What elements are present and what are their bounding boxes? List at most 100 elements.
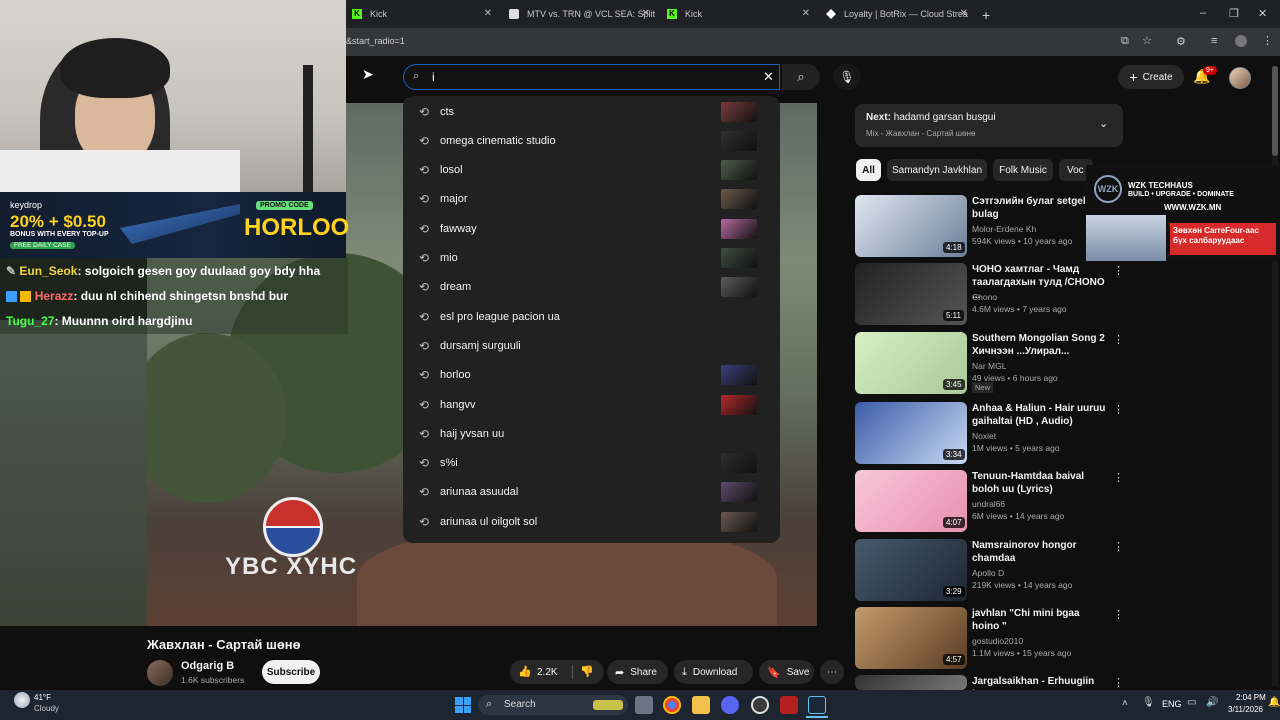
weather-icon[interactable] (14, 692, 30, 708)
tab-mtv[interactable]: MTV vs. TRN @ VCL SEA: Split ✕ (503, 2, 656, 26)
more-icon[interactable]: ⋮ (1113, 676, 1124, 689)
chip-samandyn[interactable]: Samandyn Javkhlan (887, 159, 987, 181)
close-icon[interactable]: ✕ (960, 8, 968, 19)
network-icon[interactable]: ▭ (1187, 697, 1196, 708)
suggestion-item[interactable]: ⟲ omega cinematic studio (403, 126, 780, 155)
window-close-button[interactable]: ✕ (1258, 7, 1267, 20)
suggestion-item[interactable]: ⟲ fawway (403, 214, 780, 243)
suggestion-item[interactable]: ⟲ hangvv (403, 390, 780, 419)
clear-search-icon[interactable]: ✕ (763, 69, 774, 85)
suggestion-item[interactable]: ⟲ cts (403, 97, 780, 126)
close-icon[interactable]: ✕ (802, 8, 810, 19)
related-video-item[interactable]: 3:34 Anhaa & Haliun - Hair uuruu gaihalta… (855, 402, 1124, 464)
tray-chevron-icon[interactable]: ˄ (1122, 698, 1128, 709)
channel-avatar[interactable] (147, 660, 173, 686)
tab-botrix[interactable]: Loyalty | BotRix — Cloud Strea ✕ (820, 2, 974, 26)
search-button[interactable]: ⌕ (782, 64, 820, 90)
related-video-item[interactable]: 4:57 javhlan "Chi mini bgaa hoino " gostud… (855, 607, 1124, 669)
subscribe-button[interactable]: Subscribe (262, 660, 320, 684)
chrome-menu-icon[interactable]: ⋮ (1262, 34, 1273, 47)
download-button[interactable]: ⤓ Download (674, 660, 753, 684)
file-explorer-icon[interactable] (692, 696, 710, 714)
video-title[interactable]: javhlan "Chi mini bgaa hoino " (972, 607, 1107, 633)
video-title[interactable]: Tenuun-Hamtdaa baival boloh uu (Lyrics) (972, 470, 1107, 496)
video-channel[interactable]: undral66 (972, 499, 1005, 509)
more-icon[interactable]: ⋮ (1113, 608, 1124, 621)
taskbar-search[interactable]: ⌕ Search (478, 695, 628, 715)
related-video-item[interactable]: 4:07 Tenuun-Hamtdaa baival boloh uu (Lyri… (855, 470, 1124, 532)
minimize-button[interactable]: – (1200, 7, 1206, 19)
clock-date[interactable]: 3/11/2026 (1228, 705, 1263, 714)
profile-avatar[interactable] (1235, 35, 1247, 47)
notification-center-icon[interactable]: 🔔 (1268, 697, 1280, 708)
video-channel[interactable]: Apollo D (972, 568, 1004, 578)
related-video-item[interactable]: 3:29 Namsrainorov hongor chamdaa Apollo D 2… (855, 539, 1124, 601)
video-title[interactable]: Anhaa & Haliun - Hair uuruu gaihaltai (H… (972, 402, 1107, 428)
new-tab-button[interactable]: + (982, 7, 990, 23)
cast-icon[interactable]: ⧉ (1121, 35, 1129, 48)
suggestion-item[interactable]: ⟲ ariunaa ul oilgolt sol (403, 507, 780, 536)
more-icon[interactable]: ⋮ (1113, 333, 1124, 346)
chip-all[interactable]: All (856, 159, 881, 181)
bookmark-star-icon[interactable]: ☆ (1142, 34, 1152, 47)
clock-time[interactable]: 2:04 PM (1236, 693, 1266, 702)
save-button[interactable]: 🔖 Save (759, 660, 814, 684)
related-video-item[interactable]: 4:18 Сэтгэлийн булаг setgeliin bulag Molor… (855, 195, 1124, 257)
search-input[interactable] (432, 69, 752, 85)
chrome-icon[interactable] (663, 696, 681, 714)
language-indicator[interactable]: ENG (1162, 699, 1182, 709)
suggestion-item[interactable]: ⟲ s%i (403, 449, 780, 478)
more-actions-button[interactable]: ⋯ (820, 660, 844, 684)
create-button[interactable]: + Create (1118, 65, 1184, 89)
restore-button[interactable]: ❐ (1229, 7, 1239, 20)
more-icon[interactable]: ⋮ (1113, 403, 1124, 416)
related-video-item[interactable]: Jargalsaikhan - Erhuugiin havar⋮ (855, 675, 1124, 700)
tab-kick-1[interactable]: K Kick ✕ (346, 2, 498, 26)
task-view-icon[interactable] (635, 696, 653, 714)
video-title[interactable]: Southern Mongolian Song 2 Хичнээн ...Ули… (972, 332, 1107, 358)
app-icon[interactable] (780, 696, 798, 714)
video-channel[interactable]: gostudio2010 (972, 636, 1023, 646)
more-icon[interactable]: ⋮ (1113, 264, 1124, 277)
obs-icon[interactable] (751, 696, 769, 714)
chip-folk-music[interactable]: Folk Music (993, 159, 1053, 181)
thumbs-down-icon[interactable]: 👎 (580, 665, 594, 678)
account-avatar[interactable] (1229, 67, 1251, 89)
suggestion-item[interactable]: ⟲ esl pro league pacion ua (403, 302, 780, 331)
video-channel[interactable]: Molor-Erdene Kh (972, 224, 1036, 234)
volume-icon[interactable]: 🔊 (1206, 697, 1218, 708)
reading-list-icon[interactable]: ≡ (1211, 35, 1217, 47)
video-thumbnail[interactable] (855, 675, 967, 690)
suggestion-item[interactable]: ⟲ losol (403, 156, 780, 185)
tab-kick-2[interactable]: K Kick ✕ (661, 2, 816, 26)
thumbs-up-icon[interactable]: 👍 (518, 665, 532, 678)
suggestion-item[interactable]: ⟲ horloo (403, 361, 780, 390)
share-button[interactable]: ➦ Share (607, 660, 668, 684)
suggestion-item[interactable]: ⟲ ariunaa asuudal (403, 478, 780, 507)
suggestion-item[interactable]: ⟲ haij yvsan uu (403, 419, 780, 448)
chevron-down-icon[interactable]: ⌄ (1099, 117, 1108, 130)
video-channel[interactable]: Chono (972, 292, 997, 302)
more-icon[interactable]: ⋮ (1113, 471, 1124, 484)
voice-search-button[interactable]: 🎙 (833, 64, 861, 90)
start-button[interactable] (455, 697, 471, 713)
next-in-mix-card[interactable]: Next: hadamd garsan busgui Mix - Жавхлан… (855, 104, 1123, 147)
suggestion-item[interactable]: ⟲ dream (403, 273, 780, 302)
suggestion-item[interactable]: ⟲ mio (403, 244, 780, 273)
like-count[interactable]: 2.2K (537, 667, 558, 678)
discord-icon[interactable] (721, 696, 739, 714)
close-icon[interactable]: ✕ (642, 8, 650, 19)
video-channel[interactable]: Nar MGL (972, 361, 1006, 371)
steam-icon[interactable] (808, 696, 826, 714)
extensions-icon[interactable]: ⚙ (1176, 35, 1186, 48)
suggestion-item[interactable]: ⟲ dursamj surguuli (403, 331, 780, 360)
microphone-icon[interactable]: 🎙 (1142, 697, 1155, 708)
video-title[interactable]: Namsrainorov hongor chamdaa (972, 539, 1107, 565)
close-icon[interactable]: ✕ (484, 8, 492, 19)
video-channel[interactable]: Noxiet (972, 431, 996, 441)
related-video-item[interactable]: 5:11 ЧОНО хамтлаг - Чамд таалагдахын тулд… (855, 263, 1124, 325)
suggestion-item[interactable]: ⟲ major (403, 185, 780, 214)
more-icon[interactable]: ⋮ (1113, 540, 1124, 553)
scrollbar[interactable] (1272, 66, 1278, 686)
related-video-item[interactable]: 3:45 Southern Mongolian Song 2 Хичнээн ..… (855, 332, 1124, 394)
